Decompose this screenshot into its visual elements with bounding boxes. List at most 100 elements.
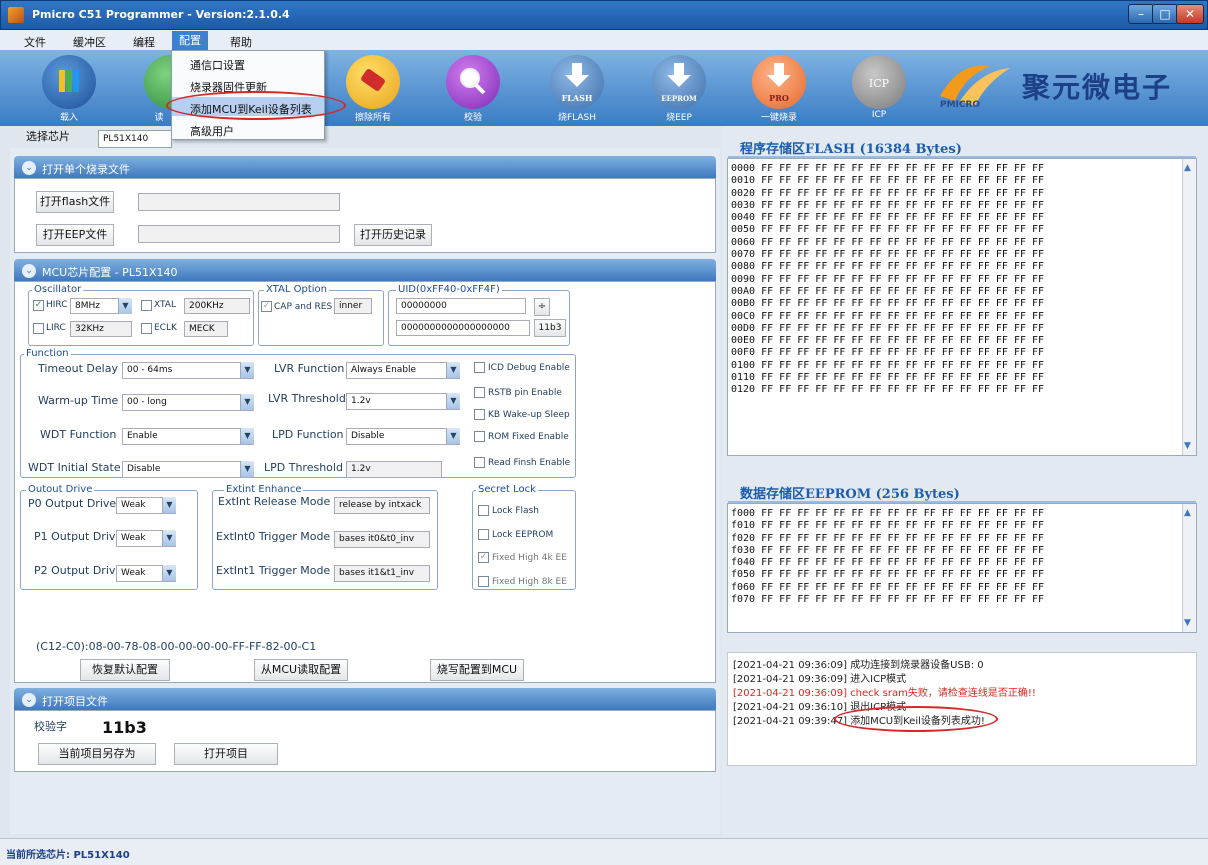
chevron-up-icon[interactable]: ▲ — [1184, 163, 1191, 173]
fixed-8k-checkbox[interactable] — [478, 576, 489, 587]
hex-row: 0090 FF FF FF FF FF FF FF FF FF FF FF FF… — [731, 274, 1196, 286]
read-finish-checkbox[interactable] — [474, 457, 485, 468]
cap-checkbox[interactable]: ✓ — [261, 301, 272, 312]
verify-icon[interactable] — [446, 55, 500, 109]
chip-select[interactable]: PL51X140 — [98, 130, 172, 148]
write-to-mcu-button[interactable]: 烧写配置到MCU — [430, 659, 524, 681]
read-from-mcu-button[interactable]: 从MCU读取配置 — [254, 659, 348, 681]
menu-buffer[interactable]: 缓冲区 — [73, 34, 106, 50]
rom-fixed-checkbox[interactable] — [474, 431, 485, 442]
pro-label: 一键烧录 — [760, 113, 797, 123]
wdt-init-select[interactable]: Disable — [122, 461, 254, 478]
hex-address: 0060 — [731, 236, 756, 248]
kb-wake-checkbox[interactable] — [474, 409, 485, 420]
xtal-checkbox[interactable] — [141, 300, 152, 311]
minimize-button[interactable]: – — [1128, 4, 1154, 24]
chevron-down-icon[interactable]: ▼ — [240, 428, 254, 444]
chevron-down-icon[interactable]: ⌄ — [22, 693, 36, 707]
ext1-input[interactable]: bases it1&t1_inv — [334, 565, 430, 582]
flash-area-title: 程序存储区FLASH (16384 Bytes) — [740, 142, 962, 157]
lock-flash-checkbox[interactable] — [478, 505, 489, 516]
lpd-select[interactable]: Disable — [346, 428, 460, 445]
timeout-select[interactable]: 00 - 64ms — [122, 362, 254, 379]
chevron-down-icon[interactable]: ▼ — [446, 393, 460, 409]
chevron-down-icon[interactable]: ▼ — [1184, 618, 1191, 628]
project-header[interactable] — [14, 688, 716, 710]
close-button[interactable]: ✕ — [1176, 4, 1204, 24]
maximize-button[interactable]: □ — [1152, 4, 1178, 24]
save-project-as-button[interactable]: 当前项目另存为 — [38, 743, 156, 765]
lirc-input[interactable]: 32KHz — [70, 321, 132, 337]
menu-config[interactable]: 配置 — [172, 31, 208, 50]
eclk-checkbox[interactable] — [141, 323, 152, 334]
icd-checkbox[interactable] — [474, 362, 485, 373]
hex-row: 0110 FF FF FF FF FF FF FF FF FF FF FF FF… — [731, 372, 1196, 384]
rstb-checkbox[interactable] — [474, 387, 485, 398]
hex-row: f030 FF FF FF FF FF FF FF FF FF FF FF FF… — [731, 545, 1196, 557]
svg-text:ICP: ICP — [869, 77, 890, 90]
xtal-label: XTAL — [154, 300, 176, 310]
chevron-down-icon[interactable]: ▼ — [162, 565, 176, 581]
flash-hex-view[interactable]: 0000 FF FF FF FF FF FF FF FF FF FF FF FF… — [727, 158, 1197, 456]
logo-text: 聚元微电子 — [1022, 71, 1173, 104]
eeprom-scrollbar[interactable] — [1182, 504, 1196, 632]
flash-scrollbar[interactable] — [1182, 159, 1196, 455]
restore-default-button[interactable]: 恢复默认配置 — [80, 659, 170, 681]
config-string: (C12-C0):08-00-78-08-00-00-00-00-FF-FF-8… — [36, 640, 317, 653]
erase-label: 擦除所有 — [354, 113, 391, 123]
chevron-down-icon[interactable]: ▼ — [240, 394, 254, 410]
hex-address: 0120 — [731, 384, 756, 396]
eclk-input[interactable]: MECK — [184, 321, 228, 337]
eeprom-hex-view[interactable]: f000 FF FF FF FF FF FF FF FF FF FF FF FF… — [727, 503, 1197, 633]
menu-help[interactable]: 帮助 — [230, 34, 252, 50]
svg-text:EEPROM: EEPROM — [661, 94, 697, 103]
hex-address: 00D0 — [731, 322, 756, 334]
open-flash-button[interactable]: 打开flash文件 — [36, 191, 114, 213]
hex-address: 0050 — [731, 224, 756, 236]
dd-port-settings[interactable]: 通信口设置 — [190, 57, 245, 73]
chevron-down-icon[interactable]: ▼ — [118, 298, 132, 314]
xtal-input[interactable]: 200KHz — [184, 298, 250, 314]
chevron-down-icon[interactable]: ⌄ — [22, 161, 36, 175]
open-history-button[interactable]: 打开历史记录 — [354, 224, 432, 246]
uid-input-1[interactable]: 00000000 — [396, 298, 526, 314]
eep-path-input[interactable] — [138, 225, 340, 243]
dd-advanced-user[interactable]: 高级用户 — [190, 123, 234, 139]
menu-program[interactable]: 编程 — [133, 34, 155, 50]
lpd-threshold-input[interactable]: 1.2v — [346, 461, 442, 478]
lvr-threshold-select[interactable]: 1.2v — [346, 393, 460, 410]
lock-eeprom-checkbox[interactable] — [478, 529, 489, 540]
warmup-select[interactable]: 00 - long — [122, 394, 254, 411]
ext0-input[interactable]: bases it0&t0_inv — [334, 531, 430, 548]
chevron-up-icon[interactable]: ▲ — [1184, 508, 1191, 518]
release-mode-input[interactable]: release by intxack — [334, 497, 430, 514]
lirc-checkbox[interactable] — [33, 323, 44, 334]
hex-address: 0070 — [731, 249, 756, 261]
open-eep-button[interactable]: 打开EEP文件 — [36, 224, 114, 246]
flash-path-input[interactable] — [138, 193, 340, 211]
icp-icon[interactable]: ICP — [852, 55, 906, 109]
chevron-down-icon[interactable]: ▼ — [162, 497, 176, 513]
menu-file[interactable]: 文件 — [24, 34, 46, 50]
wdt-select[interactable]: Enable — [122, 428, 254, 445]
flash-icon[interactable]: FLASH — [550, 55, 604, 109]
uid-spin-button[interactable]: ÷ — [534, 298, 550, 316]
chevron-down-icon[interactable]: ▼ — [446, 428, 460, 444]
erase-icon[interactable] — [346, 55, 400, 109]
chevron-down-icon[interactable]: ▼ — [162, 530, 176, 546]
hirc-checkbox[interactable]: ✓ — [33, 300, 44, 311]
pro-icon[interactable]: PRO — [752, 55, 806, 109]
chevron-down-icon[interactable]: ▼ — [1184, 441, 1191, 451]
load-icon[interactable] — [42, 55, 96, 109]
uid-checksum-button[interactable]: 11b3 — [534, 319, 566, 337]
chevron-down-icon[interactable]: ▼ — [240, 461, 254, 477]
lvr-select[interactable]: Always Enable — [346, 362, 460, 379]
open-project-button[interactable]: 打开项目 — [174, 743, 278, 765]
fixed-4k-checkbox[interactable]: ✓ — [478, 552, 489, 563]
uid-input-2[interactable]: 0000000000000000000 — [396, 320, 530, 336]
eeprom-icon[interactable]: EEPROM — [652, 55, 706, 109]
chevron-down-icon[interactable]: ▼ — [446, 362, 460, 378]
chevron-down-icon[interactable]: ⌄ — [22, 264, 36, 278]
cap-input[interactable]: inner — [334, 298, 372, 314]
chevron-down-icon[interactable]: ▼ — [240, 362, 254, 378]
